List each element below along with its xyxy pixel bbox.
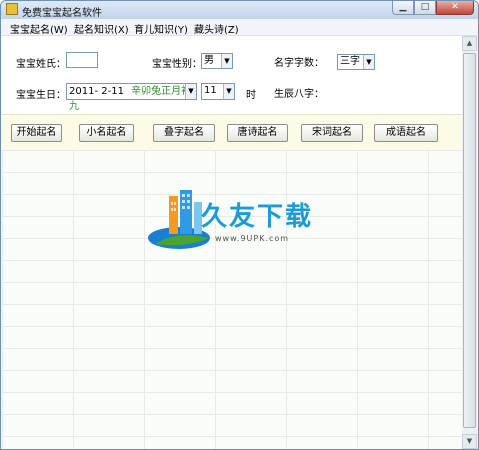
menu-baby-naming[interactable]: 宝宝起名(W) <box>10 21 68 36</box>
start-naming-button[interactable]: 开始起名 <box>11 124 62 142</box>
menu-naming-knowledge[interactable]: 起名知识(X) <box>74 21 129 36</box>
main-window: 免费宝宝起名软件 ▁ □ ✕ 宝宝起名(W) 起名知识(X) 育儿知识(Y) 藏… <box>0 0 479 450</box>
tang-poem-button[interactable]: 唐诗起名 <box>227 124 288 142</box>
birthday-date: 2011- 2-11 <box>69 86 124 97</box>
minimize-button[interactable]: ▁ <box>392 1 414 15</box>
logo-text: 久友下载 <box>201 202 314 232</box>
nickname-button[interactable]: 小名起名 <box>79 124 134 142</box>
scroll-down-arrow-icon[interactable]: ▼ <box>462 434 477 449</box>
menu-parenting-knowledge[interactable]: 育儿知识(Y) <box>134 21 188 36</box>
name-count-select[interactable]: 三字 ▼ <box>337 54 375 70</box>
chevron-down-icon: ▼ <box>185 84 196 99</box>
song-ci-button[interactable]: 宋词起名 <box>301 124 363 142</box>
scrollbar-thumb[interactable] <box>463 53 476 428</box>
maximize-button[interactable]: □ <box>414 1 436 15</box>
hour-select[interactable]: 11 ▼ <box>201 83 235 100</box>
scroll-up-arrow-icon[interactable]: ▲ <box>462 36 477 51</box>
menu-acrostic-poem[interactable]: 藏头诗(Z) <box>194 21 239 36</box>
name-count-value: 三字 <box>340 56 360 67</box>
chevron-down-icon: ▼ <box>363 55 374 69</box>
surname-label: 宝宝姓氏： <box>16 59 66 70</box>
gender-value: 男 <box>204 55 214 66</box>
app-icon <box>6 3 18 15</box>
birthday-picker[interactable]: 2011- 2-11 辛卯兔正月初九 ▼ <box>66 83 197 112</box>
idiom-naming-button[interactable]: 成语起名 <box>374 124 438 142</box>
close-button[interactable]: ✕ <box>436 1 474 15</box>
chevron-down-icon: ▼ <box>221 54 232 68</box>
birthday-label: 宝宝生日： <box>16 90 66 101</box>
name-count-label: 名字字数： <box>274 58 324 69</box>
logo-url: www.9UPK.com <box>215 234 290 243</box>
double-char-button[interactable]: 叠字起名 <box>153 124 215 142</box>
hour-unit-label: 时 <box>246 90 256 101</box>
surname-input[interactable] <box>66 52 98 68</box>
window-title: 免费宝宝起名软件 <box>22 8 102 19</box>
vertical-scrollbar[interactable]: ▲ ▼ <box>462 36 477 449</box>
action-button-bar: 开始起名 小名起名 叠字起名 唐诗起名 宋词起名 成语起名 <box>2 114 462 151</box>
gender-label: 宝宝性别： <box>152 59 202 70</box>
chevron-down-icon: ▼ <box>223 84 234 99</box>
window-controls: ▁ □ ✕ <box>392 1 474 15</box>
bazi-label: 生辰八字： <box>274 89 324 100</box>
input-form: 宝宝姓氏： 宝宝性别： 男 ▼ 名字字数： 三字 ▼ 宝宝生日： 2011- 2… <box>2 36 462 114</box>
gender-select[interactable]: 男 ▼ <box>201 53 233 69</box>
hour-value: 11 <box>204 85 217 96</box>
title-bar: 免费宝宝起名软件 ▁ □ ✕ <box>1 1 478 19</box>
menu-bar: 宝宝起名(W) 起名知识(X) 育儿知识(Y) 藏头诗(Z) <box>2 19 477 36</box>
watermark-logo: 久友下载 www.9UPK.com <box>147 186 347 256</box>
